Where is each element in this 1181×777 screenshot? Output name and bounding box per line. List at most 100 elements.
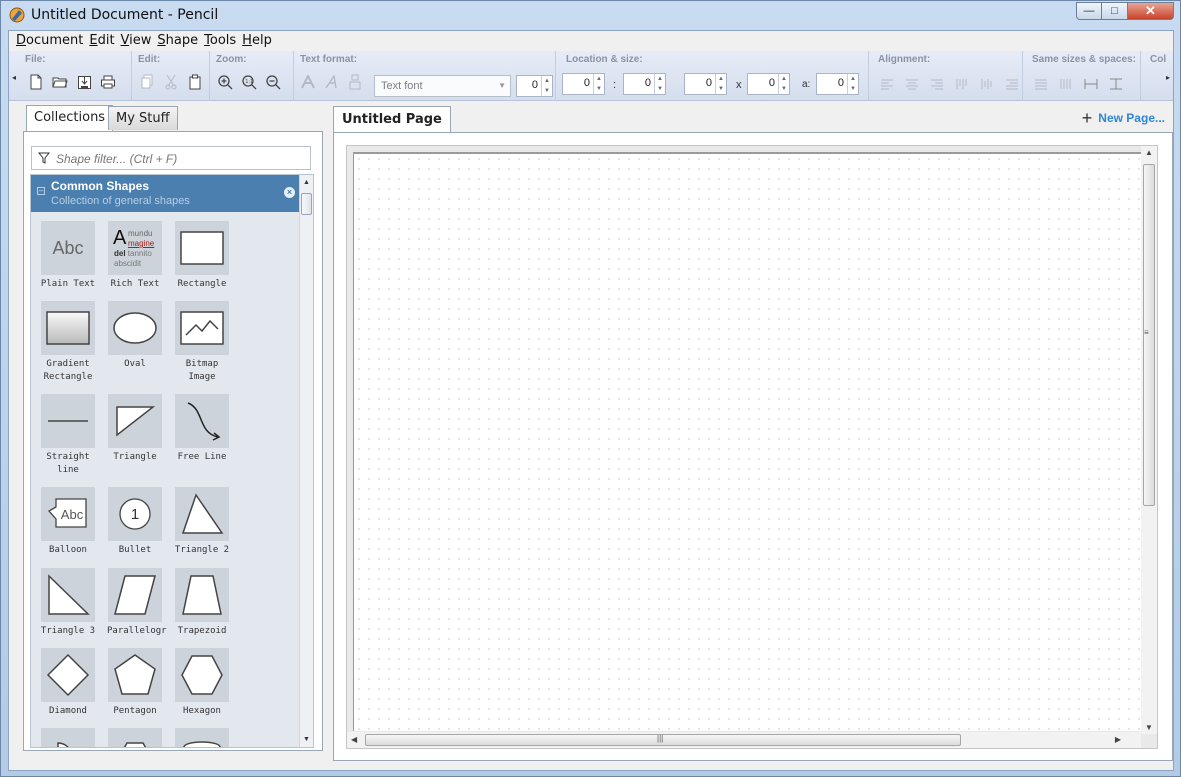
maximize-button[interactable]: □ [1102,2,1128,20]
drawing-canvas[interactable] [353,152,1141,731]
shape-filter-input[interactable]: Shape filter... (Ctrl + F) [31,146,311,170]
cut-icon[interactable] [162,73,180,91]
shape-bitmap-image[interactable]: Bitmap Image [174,301,230,384]
same-width-icon[interactable] [1032,75,1050,93]
shape-straight-line[interactable]: Straight line [40,394,96,477]
bold-text-icon[interactable] [300,73,318,91]
align-left-icon[interactable] [878,75,896,93]
height-stepper[interactable]: 0 ▲ ▼ [747,73,790,95]
spin-up-icon[interactable]: ▲ [779,74,789,84]
shape-rectangle[interactable]: Rectangle [174,221,230,291]
align-bottom-icon[interactable] [1003,75,1021,93]
toolbar-scroll-right-icon[interactable]: ▸ [1166,73,1170,82]
menu-view[interactable]: View [119,31,156,51]
shapes-scrollbar[interactable]: ▲ ▼ [299,175,313,747]
scroll-up-icon[interactable]: ▲ [303,179,310,186]
angle-stepper[interactable]: 0 ▲ ▼ [816,73,859,95]
spin-down-icon[interactable]: ▼ [655,84,665,94]
menu-help[interactable]: Help [240,31,276,51]
shape-triangle-2[interactable]: Triangle 2 [174,487,230,557]
shape-hexagon[interactable]: Hexagon [174,648,230,718]
copy-icon[interactable] [138,73,156,91]
collection-header[interactable]: – Common Shapes Collection of general sh… [31,175,299,212]
align-top-icon[interactable] [953,75,971,93]
new-document-icon[interactable] [27,73,45,91]
same-height-icon[interactable] [1057,75,1075,93]
shape-trapezoid[interactable]: Trapezoid [174,568,230,638]
menu-document[interactable]: Document [14,31,87,51]
spin-up-icon[interactable]: ▲ [655,74,665,84]
font-size-stepper[interactable]: 0 ▲ ▼ [516,75,553,97]
toolbar-same-sizes-group: Same sizes & spaces: [1023,51,1141,101]
vertical-spacing-icon[interactable] [1107,75,1125,93]
spin-up-icon[interactable]: ▲ [594,74,604,84]
spin-up-icon[interactable]: ▲ [542,76,552,86]
save-icon[interactable] [75,73,93,91]
minimize-button[interactable]: — [1076,2,1102,20]
width-stepper[interactable]: 0 ▲ ▼ [684,73,727,95]
shape-rich-text[interactable]: A mundu magine del tannito abscidit Rich… [107,221,163,291]
x-position-stepper[interactable]: 0 ▲ ▼ [562,73,605,95]
spin-down-icon[interactable]: ▼ [716,84,726,94]
spin-up-icon[interactable]: ▲ [848,74,858,84]
shape-gradient-rectangle[interactable]: Gradient Rectangle [40,301,96,384]
spin-down-icon[interactable]: ▼ [779,84,789,94]
tab-untitled-page[interactable]: Untitled Page [333,106,451,132]
shape-label: Free Line [177,452,227,462]
shape-triangle[interactable]: Triangle [107,394,163,464]
shape-oval[interactable]: Oval [107,301,163,371]
align-center-icon[interactable] [903,75,921,93]
shape-free-line[interactable]: Free Line [174,394,230,464]
zoom-out-icon[interactable] [264,73,282,91]
align-middle-icon[interactable] [978,75,996,93]
zoom-in-icon[interactable] [216,73,234,91]
shape-diamond[interactable]: Diamond [40,648,96,718]
shape-pentagon[interactable]: Pentagon [107,648,163,718]
canvas-vertical-scrollbar[interactable]: ▲ ≡ ▼ [1141,146,1157,734]
scroll-down-icon[interactable]: ▼ [303,736,310,743]
toolbar-zoom-group: Zoom: 1:1 [210,51,294,101]
print-icon[interactable] [99,73,117,91]
collapse-icon[interactable]: – [37,187,45,195]
spin-up-icon[interactable]: ▲ [716,74,726,84]
spin-down-icon[interactable]: ▼ [542,86,552,96]
tab-collections[interactable]: Collections [26,105,114,131]
horizontal-spacing-icon[interactable] [1082,75,1100,93]
shape-balloon[interactable]: Abc Balloon [40,487,96,557]
toolbar-scroll-left-icon[interactable]: ◂ [12,73,16,82]
rich-text-big: A [113,227,127,249]
close-collection-icon[interactable]: × [284,187,295,198]
menu-shape[interactable]: Shape [155,31,202,51]
scroll-right-icon[interactable]: ▶ [1115,735,1121,744]
pencil-app-icon [9,7,25,23]
shape-bullet[interactable]: 1 Bullet [107,487,163,557]
shape-cylinder[interactable] [174,728,230,747]
canvas-horizontal-scrollbar[interactable]: ◀ ||| ▶ [347,732,1141,748]
zoom-actual-icon[interactable]: 1:1 [240,73,258,91]
shape-parallelogram[interactable]: Parallelogr [107,568,167,638]
italic-text-icon[interactable] [323,73,341,91]
shape-partial-1[interactable] [40,728,96,747]
shape-plain-text[interactable]: Abc Plain Text [40,221,96,291]
align-right-icon[interactable] [928,75,946,93]
shape-label: Pentagon [113,706,157,716]
scroll-left-icon[interactable]: ◀ [351,735,357,744]
spin-down-icon[interactable]: ▼ [848,84,858,94]
tab-my-stuff[interactable]: My Stuff [108,106,178,130]
menu-edit[interactable]: Edit [87,31,118,51]
scroll-up-icon[interactable]: ▲ [1145,148,1153,157]
scrollbar-thumb[interactable] [301,193,312,215]
scroll-down-icon[interactable]: ▼ [1145,723,1153,732]
new-page-button[interactable]: + New Page... [1082,109,1165,127]
paste-icon[interactable] [186,73,204,91]
font-family-select[interactable]: Text font ▼ [374,75,511,97]
close-button[interactable]: ✕ [1128,2,1174,20]
shape-triangle-3[interactable]: Triangle 3 [40,568,96,638]
toolbar-edit-group: Edit: [132,51,210,101]
open-folder-icon[interactable] [51,73,69,91]
shape-partial-2[interactable] [107,728,163,747]
menu-tools[interactable]: Tools [202,31,240,51]
y-position-stepper[interactable]: 0 ▲ ▼ [623,73,666,95]
text-color-icon[interactable] [346,73,364,91]
spin-down-icon[interactable]: ▼ [594,84,604,94]
